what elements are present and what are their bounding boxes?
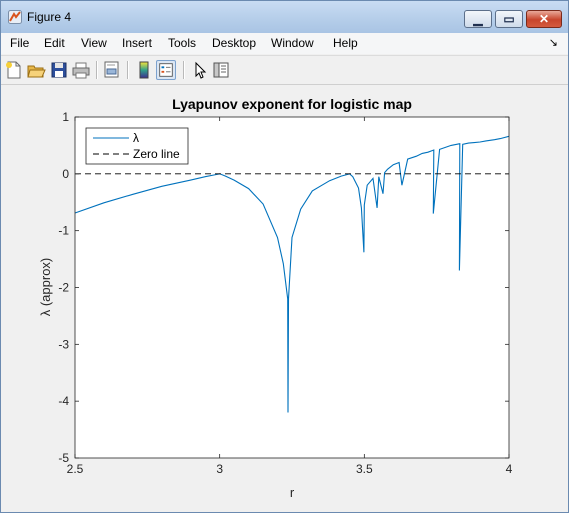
legend-icon[interactable] bbox=[156, 60, 176, 80]
figure-canvas: Lyapunov exponent for logistic map 2.5 3 3… bbox=[1, 85, 568, 512]
menu-insert[interactable]: Insert bbox=[122, 36, 152, 50]
x-tick-label: 3 bbox=[216, 462, 223, 476]
y-tick-label: 0 bbox=[62, 167, 69, 181]
y-tick-label: -2 bbox=[58, 281, 69, 295]
colorbar-icon[interactable] bbox=[134, 60, 154, 80]
print-preview-icon[interactable] bbox=[102, 60, 122, 80]
lyapunov-chart[interactable]: Lyapunov exponent for logistic map 2.5 3 3… bbox=[1, 85, 568, 512]
open-file-icon[interactable] bbox=[26, 60, 46, 80]
y-axis-label: λ (approx) bbox=[38, 258, 53, 317]
toolbar-separator bbox=[96, 61, 98, 79]
x-axis-label: r bbox=[290, 485, 295, 500]
close-button[interactable]: ✕ bbox=[526, 10, 562, 28]
matlab-figure-icon bbox=[8, 10, 22, 24]
property-editor-icon[interactable] bbox=[211, 60, 231, 80]
menu-dock-arrow-icon[interactable]: ↘ bbox=[549, 36, 558, 49]
figure-toolbar bbox=[1, 55, 568, 85]
menu-file[interactable]: File bbox=[10, 36, 29, 50]
close-icon: ✕ bbox=[538, 12, 550, 26]
menu-help[interactable]: Help bbox=[333, 36, 358, 50]
y-tick-label: -1 bbox=[58, 224, 69, 238]
menu-desktop[interactable]: Desktop bbox=[212, 36, 256, 50]
y-tick-label: -4 bbox=[58, 394, 69, 408]
x-tick-label: 3.5 bbox=[356, 462, 373, 476]
y-tick-label: -5 bbox=[58, 451, 69, 465]
chart-title: Lyapunov exponent for logistic map bbox=[172, 96, 412, 112]
maximize-button[interactable]: ▭ bbox=[495, 10, 523, 28]
print-icon[interactable] bbox=[71, 60, 91, 80]
minimize-button[interactable]: ▁ bbox=[464, 10, 492, 28]
toolbar-separator bbox=[183, 61, 185, 79]
legend[interactable]: λ Zero line bbox=[85, 127, 189, 165]
toolbar-separator bbox=[127, 61, 129, 79]
title-bar[interactable]: Figure 4 ▁ ▭ ✕ bbox=[1, 1, 568, 33]
x-tick-label: 2.5 bbox=[67, 462, 84, 476]
y-tick-label: 1 bbox=[62, 110, 69, 124]
window-title: Figure 4 bbox=[27, 10, 72, 24]
minimize-icon: ▁ bbox=[473, 12, 483, 26]
maximize-icon: ▭ bbox=[503, 12, 515, 26]
menu-tools[interactable]: Tools bbox=[168, 36, 196, 50]
menu-window[interactable]: Window bbox=[271, 36, 314, 50]
menu-bar: File Edit View Insert Tools Desktop Wind… bbox=[1, 33, 568, 54]
figure-window: Figure 4 ▁ ▭ ✕ File Edit View Insert Too… bbox=[0, 0, 569, 513]
x-tick-label: 4 bbox=[506, 462, 513, 476]
menu-view[interactable]: View bbox=[81, 36, 107, 50]
y-tick-label: -3 bbox=[58, 337, 69, 351]
legend-label-lambda: λ bbox=[133, 131, 139, 145]
save-icon[interactable] bbox=[49, 60, 69, 80]
legend-label-zero: Zero line bbox=[133, 147, 180, 161]
axes-background bbox=[75, 117, 509, 458]
new-figure-icon[interactable] bbox=[4, 60, 24, 80]
menu-edit[interactable]: Edit bbox=[44, 36, 65, 50]
pointer-icon[interactable] bbox=[190, 60, 210, 80]
